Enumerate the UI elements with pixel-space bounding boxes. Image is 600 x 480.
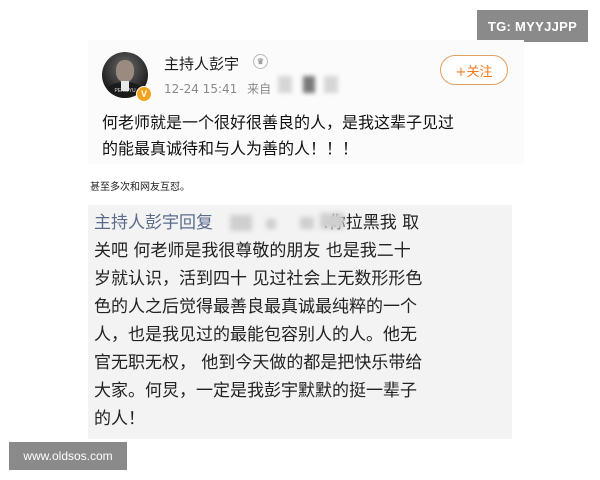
blurred-source (303, 76, 315, 93)
avatar-face (116, 60, 134, 82)
post-meta: 12-24 15:41 来自 (164, 80, 271, 97)
source-prefix: 来自 (247, 82, 272, 96)
watermark-bottom: www.oldsos.com (9, 442, 127, 470)
blurred-username (320, 213, 344, 229)
post-line: 的能最真诚待和与人为善的人！！！ (102, 139, 359, 158)
blurred-username (230, 215, 252, 231)
reply-line: 大家。何炅，一定是我彭宇默默的挺一辈子 (94, 381, 417, 401)
blurred-username (300, 217, 314, 229)
reply-author[interactable]: 主持人彭宇 (94, 213, 179, 233)
reply-card: 主持人彭宇回复:你拉黑我 取 关吧 何老师是我很尊敬的朋友 也是我二十 岁就认识… (88, 205, 512, 439)
caption: 甚至多次和网友互怼。 (90, 182, 190, 193)
timestamp: 12-24 15:41 (164, 82, 238, 96)
verified-v-icon: V (136, 86, 152, 102)
watermark-top: TG: MYYJJPP (477, 10, 588, 42)
blurred-source (324, 76, 338, 93)
weibo-post-card: PENGYU V 主持人彭宇 ♛ 12-24 15:41 来自 +关注 何老师就… (88, 40, 524, 164)
reply-line: 关吧 何老师是我很尊敬的朋友 也是我二十 (94, 241, 411, 261)
reply-line: 色的人之后觉得最善良最真诚最纯粹的一个 (94, 297, 417, 317)
blurred-source (278, 76, 292, 93)
reply-line: 岁就认识，活到四十 见过社会上无数形形色 (94, 269, 423, 289)
post-line: 何老师就是一个很好很善良的人，是我这辈子见过 (102, 113, 455, 132)
reply-prefix: 回复 (179, 213, 213, 233)
blurred-username (266, 219, 276, 229)
post-body: 何老师就是一个很好很善良的人，是我这辈子见过 的能最真诚待和与人为善的人！！！ (102, 110, 514, 162)
follow-button[interactable]: +关注 (440, 55, 508, 85)
reply-line: 的人！ (94, 409, 145, 429)
reply-line: 人，也是我见过的最能包容别人的人。他无 (94, 325, 417, 345)
username[interactable]: 主持人彭宇 (164, 53, 239, 74)
reply-body: 主持人彭宇回复:你拉黑我 取 关吧 何老师是我很尊敬的朋友 也是我二十 岁就认识… (94, 209, 508, 433)
level-badge-icon: ♛ (253, 54, 268, 69)
reply-line: 官无职无权， 他到今天做的都是把快乐带给 (94, 353, 423, 373)
